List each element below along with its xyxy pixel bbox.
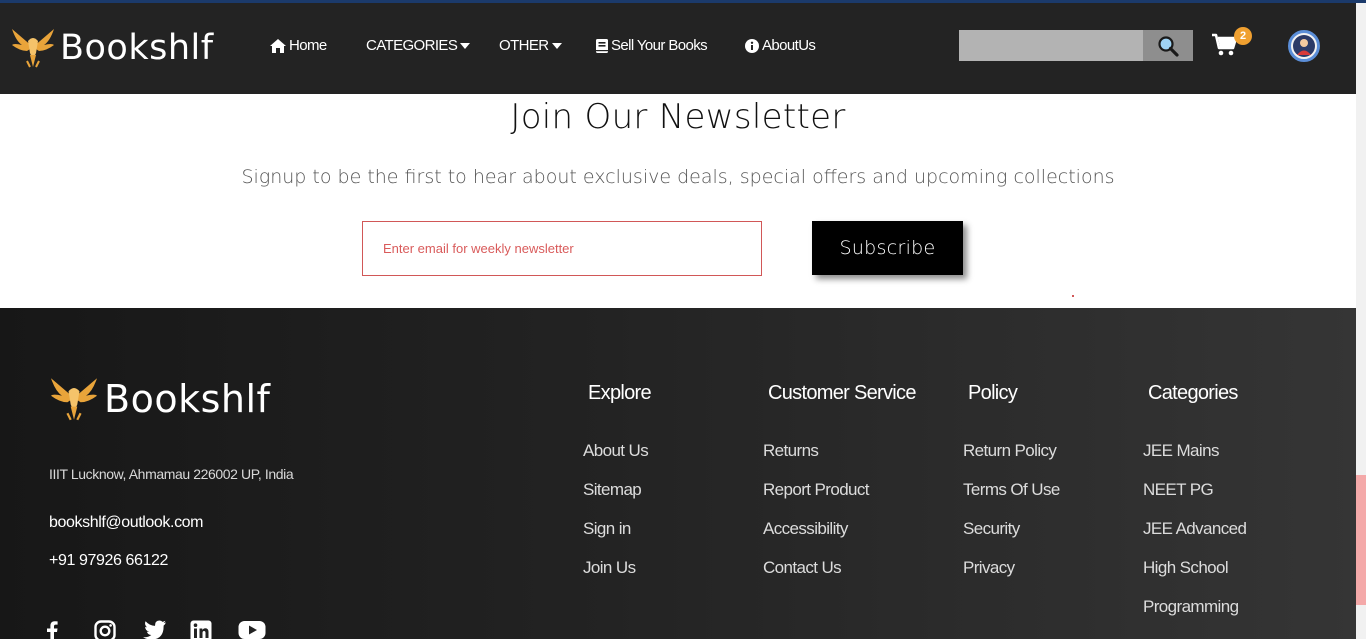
social-youtube[interactable] xyxy=(238,620,286,639)
footer-col-categories: Categories JEE Mains NEET PG JEE Advance… xyxy=(1143,382,1247,616)
footer-col-explore: Explore About Us Sitemap Sign in Join Us xyxy=(583,382,652,577)
user-avatar-icon xyxy=(1293,35,1315,57)
social-links xyxy=(46,620,286,639)
newsletter-title: Join Our Newsletter xyxy=(510,97,846,137)
footer-col-title: Customer Service xyxy=(768,382,916,404)
brand-wordmark: Bookshlf xyxy=(60,28,214,68)
search-button[interactable] xyxy=(1143,30,1193,61)
footer-link-sign-in[interactable]: Sign in xyxy=(583,519,648,558)
nav-other-dropdown[interactable]: OTHER xyxy=(499,37,562,54)
nav-sell-books[interactable]: Sell Your Books xyxy=(596,37,708,54)
footer-phone[interactable]: +91 97926 66122 xyxy=(49,552,168,570)
footer-link-privacy[interactable]: Privacy xyxy=(963,558,1060,597)
nav-sell-label: Sell Your Books xyxy=(611,37,708,54)
book-icon xyxy=(596,38,608,53)
footer-link-list: About Us Sitemap Sign in Join Us xyxy=(583,441,649,597)
user-avatar[interactable] xyxy=(1288,30,1320,62)
social-linkedin[interactable] xyxy=(190,620,238,639)
footer-link-accessibility[interactable]: Accessibility xyxy=(763,519,869,558)
footer-address: IIIT Lucknow, Ahmamau 226002 UP, India xyxy=(49,466,294,482)
social-facebook[interactable] xyxy=(46,620,94,639)
search-input[interactable] xyxy=(959,30,1143,61)
instagram-icon xyxy=(94,620,116,639)
linkedin-icon xyxy=(190,620,212,639)
footer-link-programming[interactable]: Programming xyxy=(1143,597,1246,636)
nav-other-label: OTHER xyxy=(499,37,549,54)
footer-col-title: Policy xyxy=(968,382,1018,404)
footer-email[interactable]: bookshlf@outlook.com xyxy=(49,514,204,532)
footer-link-sitemap[interactable]: Sitemap xyxy=(583,480,648,519)
footer-link-about-us[interactable]: About Us xyxy=(583,441,649,480)
youtube-icon xyxy=(238,621,266,639)
footer-link-join-us[interactable]: Join Us xyxy=(583,558,648,597)
footer-link-contact-us[interactable]: Contact Us xyxy=(763,558,869,597)
footer-link-neet-pg[interactable]: NEET PG xyxy=(1143,480,1246,519)
navbar: Bookshlf Home CATEGORIES OTHER Sell Your… xyxy=(0,3,1356,94)
nav-home-label: Home xyxy=(289,37,327,54)
caret-down-icon xyxy=(551,42,562,49)
nav-categories-label: CATEGORIES xyxy=(366,37,458,54)
footer-col-customer-service: Customer Service Returns Report Product … xyxy=(763,382,916,577)
social-instagram[interactable] xyxy=(94,620,142,639)
nav-about-label: AboutUs xyxy=(762,37,816,54)
subscribe-button[interactable]: Subscribe xyxy=(812,221,963,275)
social-twitter[interactable] xyxy=(142,620,190,639)
twitter-icon xyxy=(143,620,166,639)
info-icon xyxy=(745,38,759,53)
footer-link-list: Return Policy Terms Of Use Security Priv… xyxy=(963,441,1060,597)
footer-col-title: Categories xyxy=(1148,382,1238,404)
nav-categories-dropdown[interactable]: CATEGORIES xyxy=(366,37,471,54)
home-icon xyxy=(270,38,286,53)
footer-link-terms-of-use[interactable]: Terms Of Use xyxy=(963,480,1060,519)
nav-home[interactable]: Home xyxy=(270,37,327,54)
footer-link-high-school[interactable]: High School xyxy=(1143,558,1246,597)
footer-link-returns[interactable]: Returns xyxy=(763,441,869,480)
caret-down-icon xyxy=(460,42,471,49)
footer-link-return-policy[interactable]: Return Policy xyxy=(963,441,1060,480)
footer-link-list: Returns Report Product Accessibility Con… xyxy=(763,441,870,597)
footer-link-list: JEE Mains NEET PG JEE Advanced High Scho… xyxy=(1143,441,1247,636)
footer-col-title: Explore xyxy=(588,382,652,404)
footer-link-jee-mains[interactable]: JEE Mains xyxy=(1143,441,1246,480)
footer-brand-logo[interactable]: Bookshlf xyxy=(48,376,270,422)
eagle-logo-icon xyxy=(51,378,97,421)
footer: Bookshlf IIIT Lucknow, Ahmamau 226002 UP… xyxy=(0,308,1356,639)
footer-link-report-product[interactable]: Report Product xyxy=(763,480,870,519)
nav-about[interactable]: AboutUs xyxy=(745,37,816,54)
footer-link-jee-advanced[interactable]: JEE Advanced xyxy=(1143,519,1247,558)
brand-logo[interactable]: Bookshlf xyxy=(10,27,214,69)
footer-link-security[interactable]: Security xyxy=(963,519,1060,558)
eagle-logo-icon xyxy=(12,29,54,68)
newsletter-subtitle: Signup to be the first to hear about exc… xyxy=(241,166,1115,188)
footer-col-policy: Policy Return Policy Terms Of Use Securi… xyxy=(963,382,1060,577)
cart-count-badge: 2 xyxy=(1234,27,1252,45)
newsletter-section: Join Our Newsletter Signup to be the fir… xyxy=(0,94,1356,308)
footer-brand-wordmark: Bookshlf xyxy=(104,377,271,421)
facebook-icon xyxy=(47,621,58,639)
search-icon xyxy=(1158,35,1179,57)
cart-button[interactable]: 2 xyxy=(1212,27,1252,63)
newsletter-email-input[interactable] xyxy=(362,221,762,276)
stray-dot xyxy=(1072,295,1074,297)
scrollbar-thumb[interactable] xyxy=(1356,475,1366,605)
